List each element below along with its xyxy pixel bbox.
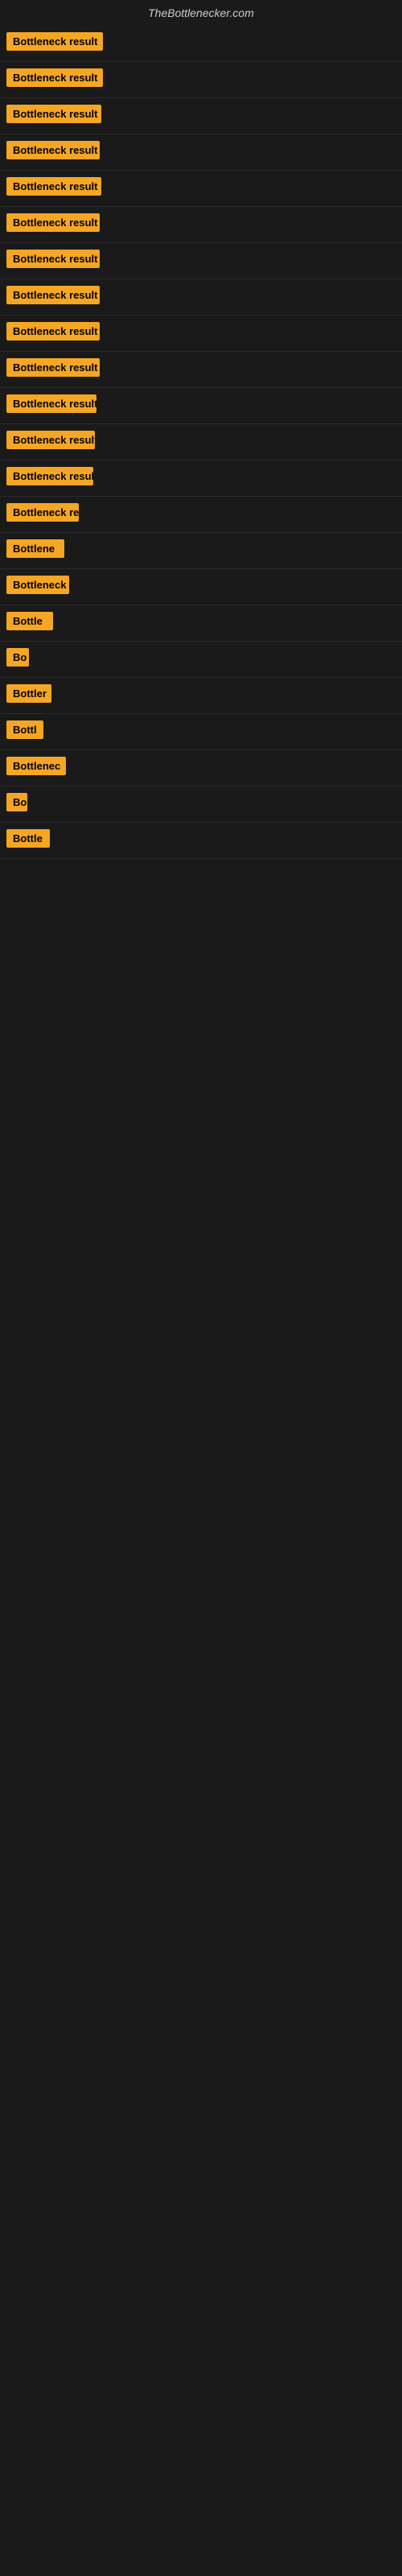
badge-row-14: Bottleneck re (0, 497, 402, 533)
badge-label-19: Bottler (6, 684, 51, 703)
badge-row-5: Bottleneck result (0, 171, 402, 207)
bottleneck-badge-19[interactable]: Bottler (6, 684, 51, 707)
bottleneck-badge-9[interactable]: Bottleneck result (6, 322, 100, 345)
badge-label-17: Bottle (6, 612, 53, 630)
bottleneck-badge-1[interactable]: Bottleneck result (6, 32, 103, 55)
badge-label-22: Bo (6, 793, 27, 811)
bottleneck-badge-7[interactable]: Bottleneck result (6, 250, 100, 272)
badge-label-6: Bottleneck result (6, 213, 100, 232)
site-title: TheBottlenecker.com (0, 0, 402, 26)
badge-label-9: Bottleneck result (6, 322, 100, 341)
badge-row-15: Bottlene (0, 533, 402, 569)
badge-row-2: Bottleneck result (0, 62, 402, 98)
badge-label-10: Bottleneck result (6, 358, 100, 377)
bottleneck-badge-17[interactable]: Bottle (6, 612, 53, 634)
badge-label-11: Bottleneck result (6, 394, 96, 413)
badge-label-21: Bottlenec (6, 757, 66, 775)
bottleneck-badge-14[interactable]: Bottleneck re (6, 503, 79, 526)
bottleneck-badge-15[interactable]: Bottlene (6, 539, 64, 562)
bottleneck-badge-13[interactable]: Bottleneck result (6, 467, 93, 489)
badge-label-13: Bottleneck result (6, 467, 93, 485)
bottleneck-badge-20[interactable]: Bottl (6, 720, 43, 743)
badge-row-22: Bo (0, 786, 402, 823)
badge-row-6: Bottleneck result (0, 207, 402, 243)
badge-label-2: Bottleneck result (6, 68, 103, 87)
badge-row-23: Bottle (0, 823, 402, 859)
badge-label-20: Bottl (6, 720, 43, 739)
badge-row-16: Bottleneck (0, 569, 402, 605)
badge-row-17: Bottle (0, 605, 402, 642)
badge-row-3: Bottleneck result (0, 98, 402, 134)
bottleneck-badge-16[interactable]: Bottleneck (6, 576, 69, 598)
badge-row-20: Bottl (0, 714, 402, 750)
badge-label-18: Bo (6, 648, 29, 667)
badge-label-7: Bottleneck result (6, 250, 100, 268)
badge-row-9: Bottleneck result (0, 316, 402, 352)
badge-label-16: Bottleneck (6, 576, 69, 594)
badge-row-21: Bottlenec (0, 750, 402, 786)
site-title-container: TheBottlenecker.com (0, 0, 402, 26)
badge-label-5: Bottleneck result (6, 177, 101, 196)
bottleneck-badge-3[interactable]: Bottleneck result (6, 105, 101, 127)
badge-label-12: Bottleneck result (6, 431, 95, 449)
bottleneck-badge-23[interactable]: Bottle (6, 829, 50, 852)
badges-container: Bottleneck result Bottleneck result Bottle… (0, 26, 402, 1664)
badge-label-23: Bottle (6, 829, 50, 848)
badge-row-8: Bottleneck result (0, 279, 402, 316)
badge-label-4: Bottleneck result (6, 141, 100, 159)
badge-row-1: Bottleneck result (0, 26, 402, 62)
bottleneck-badge-22[interactable]: Bo (6, 793, 27, 815)
badge-row-19: Bottler (0, 678, 402, 714)
badge-row-4: Bottleneck result (0, 134, 402, 171)
bottleneck-badge-11[interactable]: Bottleneck result (6, 394, 96, 417)
badge-label-14: Bottleneck re (6, 503, 79, 522)
badge-row-12: Bottleneck result (0, 424, 402, 460)
badge-row-13: Bottleneck result (0, 460, 402, 497)
badge-row-10: Bottleneck result (0, 352, 402, 388)
badge-label-1: Bottleneck result (6, 32, 103, 51)
badge-row-18: Bo (0, 642, 402, 678)
badge-row-11: Bottleneck result (0, 388, 402, 424)
bottleneck-badge-12[interactable]: Bottleneck result (6, 431, 95, 453)
bottleneck-badge-2[interactable]: Bottleneck result (6, 68, 103, 91)
bottleneck-badge-10[interactable]: Bottleneck result (6, 358, 100, 381)
bottleneck-badge-18[interactable]: Bo (6, 648, 29, 671)
badge-label-15: Bottlene (6, 539, 64, 558)
bottleneck-badge-6[interactable]: Bottleneck result (6, 213, 100, 236)
bottleneck-badge-4[interactable]: Bottleneck result (6, 141, 100, 163)
badge-label-3: Bottleneck result (6, 105, 101, 123)
bottleneck-badge-8[interactable]: Bottleneck result (6, 286, 100, 308)
bottleneck-badge-21[interactable]: Bottlenec (6, 757, 66, 779)
badge-row-7: Bottleneck result (0, 243, 402, 279)
empty-space (0, 859, 402, 1664)
badge-label-8: Bottleneck result (6, 286, 100, 304)
bottleneck-badge-5[interactable]: Bottleneck result (6, 177, 101, 200)
